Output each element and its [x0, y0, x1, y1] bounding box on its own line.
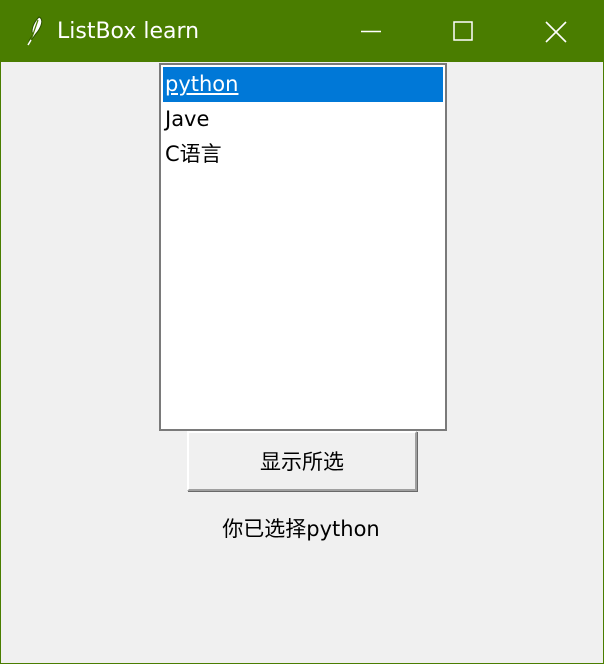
- list-item-label: C语言: [165, 142, 222, 166]
- app-window: ListBox learn python Jave C语言 显示所选 你已选择p…: [0, 0, 604, 664]
- title-bar[interactable]: ListBox learn: [1, 1, 603, 62]
- show-selection-label: 显示所选: [260, 450, 344, 474]
- list-item-python[interactable]: python: [163, 67, 443, 102]
- maximize-icon: [453, 21, 473, 41]
- show-selection-button[interactable]: 显示所选: [187, 431, 417, 491]
- feather-icon: [23, 15, 45, 47]
- list-item-jave[interactable]: Jave: [163, 102, 443, 137]
- list-item-c[interactable]: C语言: [163, 137, 443, 172]
- list-item-label: python: [165, 72, 239, 96]
- language-listbox[interactable]: python Jave C语言: [159, 63, 447, 431]
- close-icon: [545, 21, 567, 43]
- minimize-button[interactable]: [325, 1, 417, 62]
- list-item-label: Jave: [165, 107, 210, 131]
- window-title: ListBox learn: [57, 19, 200, 44]
- maximize-button[interactable]: [417, 1, 509, 62]
- minimize-icon: [361, 30, 381, 33]
- selection-result-label: 你已选择python: [222, 517, 380, 541]
- close-button[interactable]: [509, 1, 601, 62]
